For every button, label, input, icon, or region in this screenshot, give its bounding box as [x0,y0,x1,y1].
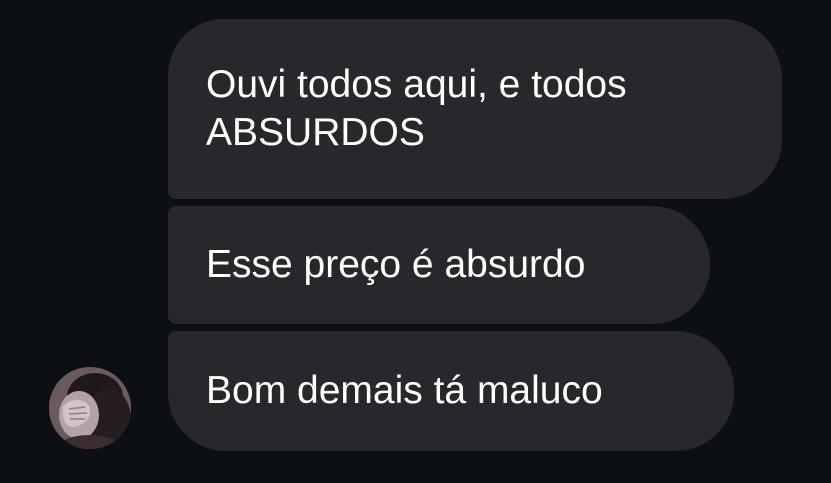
message-bubble[interactable]: Ouvi todos aqui, e todos ABSURDOS [168,19,782,199]
avatar-photo-icon [49,367,131,449]
message-bubble[interactable]: Bom demais tá maluco [168,331,734,451]
message-bubble[interactable]: Esse preço é absurdo [168,206,710,324]
message-thread: Ouvi todos aqui, e todos ABSURDOS Esse p… [0,0,831,483]
message-text: Bom demais tá maluco [206,369,603,412]
avatar[interactable] [49,367,131,449]
message-text: Ouvi todos aqui, e todos ABSURDOS [206,63,627,154]
message-text: Esse preço é absurdo [206,243,586,286]
